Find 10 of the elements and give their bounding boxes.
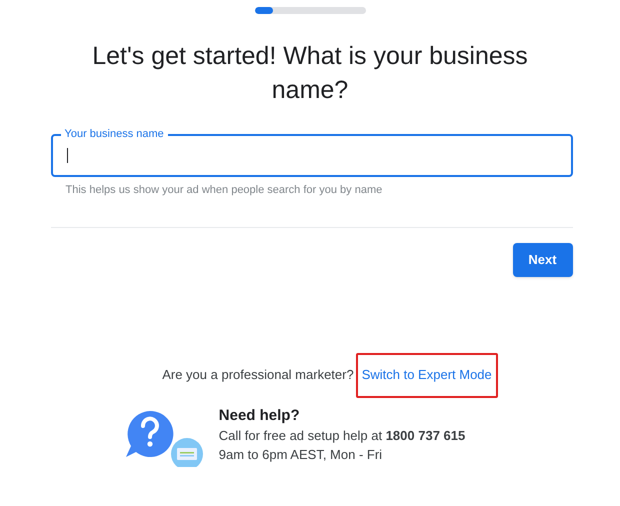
help-heading: Need help? — [218, 406, 301, 426]
help-hours-text: 9am to 6pm AEST, Mon - Fri — [218, 446, 384, 464]
text-cursor — [66, 148, 68, 163]
field-helper-text: This helps us show your ad when people search for you by name — [66, 183, 384, 198]
marketer-question: Are you a professional marketer? — [162, 366, 354, 384]
next-button[interactable]: Next — [512, 242, 572, 276]
help-phone-text: Call for free ad setup help at 1800 737 615 — [218, 426, 466, 444]
expert-mode-link[interactable]: Switch to Expert Mode — [356, 352, 498, 398]
help-chat-icon — [124, 408, 205, 466]
page-title: Let's get started! What is your business name? — [91, 41, 529, 106]
